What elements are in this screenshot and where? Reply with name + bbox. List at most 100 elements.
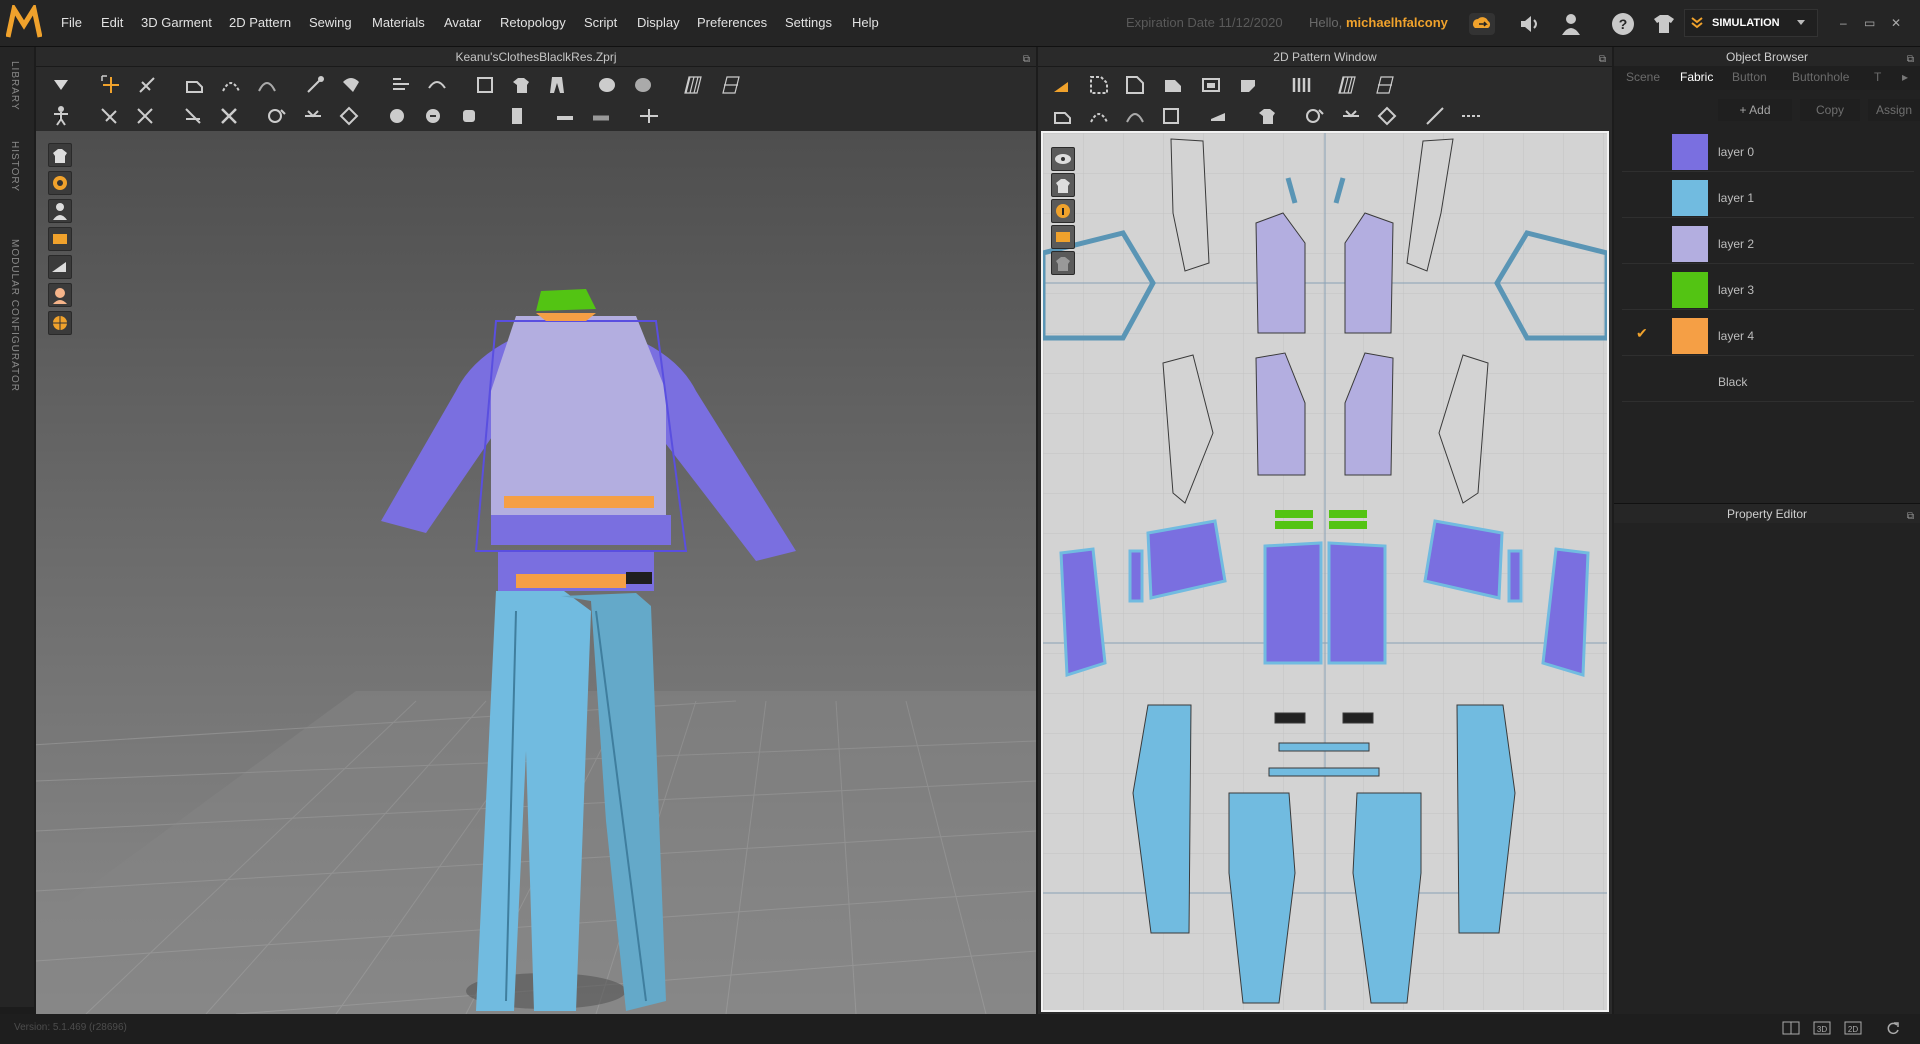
elastic-icon[interactable]	[590, 105, 612, 127]
float-window-icon[interactable]: ⧉	[1907, 507, 1914, 527]
fabric-row-black[interactable]: Black	[1622, 358, 1914, 402]
button-tool-icon[interactable]	[266, 105, 288, 127]
puckering-icon[interactable]	[632, 74, 654, 96]
2d-fold-icon[interactable]	[1088, 105, 1110, 127]
pants-3d[interactable]	[476, 591, 666, 1011]
2d-view-shirt-icon[interactable]	[1051, 173, 1075, 197]
tack-icon[interactable]	[184, 74, 206, 96]
menu-avatar[interactable]: Avatar	[444, 15, 481, 30]
tab-topstitch[interactable]: T	[1874, 66, 1881, 88]
2d-grid-wide-icon[interactable]	[1374, 74, 1396, 96]
viewport-points-icon[interactable]	[48, 171, 72, 195]
menu-edit[interactable]: Edit	[101, 15, 123, 30]
2d-strengthen-icon[interactable]	[1124, 105, 1146, 127]
cloud-icon[interactable]	[1468, 10, 1496, 38]
fold-icon[interactable]	[220, 74, 242, 96]
zipper-icon[interactable]	[596, 74, 618, 96]
help-icon[interactable]: ?	[1609, 10, 1637, 38]
rectangle-icon[interactable]	[1162, 74, 1184, 96]
menu-help[interactable]: Help	[852, 15, 879, 30]
viewport-fabric-icon[interactable]	[48, 227, 72, 251]
tabs-scroll-icon[interactable]: ▸	[1902, 66, 1908, 88]
2d-garment-icon[interactable]	[1256, 105, 1278, 127]
measure-icon[interactable]	[340, 74, 362, 96]
select-mesh-icon[interactable]	[136, 74, 158, 96]
layout-2d-icon[interactable]: 2D	[1844, 1021, 1862, 1035]
assign-fabric-button[interactable]: Assign	[1868, 99, 1920, 121]
garment-icon[interactable]	[510, 74, 532, 96]
buttonhole-icon[interactable]	[302, 105, 324, 127]
2d-pattern-viewport[interactable]	[1041, 131, 1609, 1012]
fabric-row-layer-4[interactable]: ✔ layer 4	[1622, 312, 1914, 356]
menu-file[interactable]: File	[61, 15, 82, 30]
rail-history[interactable]: HISTORY	[9, 141, 20, 192]
sewing-icon[interactable]	[390, 74, 412, 96]
tape-icon[interactable]	[554, 105, 576, 127]
fabric-icon[interactable]	[506, 105, 528, 127]
fabric-row-layer-0[interactable]: layer 0	[1622, 128, 1914, 172]
2d-view-garment-icon[interactable]	[1051, 251, 1075, 275]
rail-modular-configurator[interactable]: MODULAR CONFIGURATOR	[9, 239, 20, 392]
select-icon[interactable]	[50, 74, 72, 96]
rail-library[interactable]: LIBRARY	[9, 61, 20, 111]
menu-preferences[interactable]: Preferences	[697, 15, 767, 30]
speaker-icon[interactable]	[1515, 10, 1543, 38]
2d-sewing-icon[interactable]	[1208, 105, 1230, 127]
align-icon[interactable]	[638, 105, 660, 127]
viewport-person-icon[interactable]	[48, 199, 72, 223]
refresh-icon[interactable]	[1886, 1021, 1900, 1035]
shirt-icon[interactable]	[1650, 10, 1678, 38]
3d-viewport[interactable]	[36, 131, 1036, 1014]
pleat-icon[interactable]	[1290, 74, 1312, 96]
2d-buttonhole-icon[interactable]	[1340, 105, 1362, 127]
2d-grid-icon[interactable]	[1336, 74, 1358, 96]
username[interactable]: michaelhfalcony	[1346, 15, 1448, 30]
grid-icon[interactable]	[682, 74, 704, 96]
menu-script[interactable]: Script	[584, 15, 617, 30]
polygon-icon[interactable]	[1200, 74, 1222, 96]
tab-scene[interactable]: Scene	[1626, 66, 1660, 88]
minimize-icon[interactable]: –	[1840, 16, 1847, 30]
internal-shape-icon[interactable]	[1238, 74, 1260, 96]
viewport-iron-icon[interactable]	[48, 255, 72, 279]
edit-point-icon[interactable]	[1088, 74, 1110, 96]
2d-dash-icon[interactable]	[1460, 105, 1482, 127]
2d-view-eye-icon[interactable]	[1051, 147, 1075, 171]
restore-icon[interactable]: ▭	[1864, 16, 1875, 30]
menu-settings[interactable]: Settings	[785, 15, 832, 30]
sewing-free-icon[interactable]	[426, 74, 448, 96]
2d-transform-icon[interactable]	[1050, 74, 1072, 96]
pin-icon[interactable]	[304, 74, 326, 96]
tab-fabric[interactable]: Fabric	[1680, 66, 1713, 88]
viewport-globe-icon[interactable]	[48, 311, 72, 335]
tab-button[interactable]: Button	[1732, 66, 1767, 88]
layout-3d-icon[interactable]: 3D	[1813, 1021, 1831, 1035]
arrangement-icon[interactable]	[98, 105, 120, 127]
menu-display[interactable]: Display	[637, 15, 680, 30]
2d-line-icon[interactable]	[1424, 105, 1446, 127]
topstitch-icon[interactable]	[338, 105, 360, 127]
fabric-row-layer-2[interactable]: layer 2	[1622, 220, 1914, 264]
layout-split-icon[interactable]	[1782, 1021, 1800, 1035]
2d-tack-icon[interactable]	[1052, 105, 1074, 127]
close-icon[interactable]: ✕	[1891, 16, 1901, 30]
fabric-row-layer-1[interactable]: layer 1	[1622, 174, 1914, 218]
user-icon[interactable]	[1557, 10, 1585, 38]
2d-view-fabric-icon[interactable]	[1051, 225, 1075, 249]
avatar-pose-icon[interactable]	[50, 105, 72, 127]
logo-icon[interactable]	[6, 5, 42, 41]
edit-curvature-icon[interactable]	[1124, 74, 1146, 96]
move-icon[interactable]	[100, 74, 122, 96]
2d-seam-icon[interactable]	[1160, 105, 1182, 127]
add-fabric-button[interactable]: + Add	[1718, 99, 1792, 121]
copy-fabric-button[interactable]: Copy	[1800, 99, 1860, 121]
trim-place-icon[interactable]	[458, 105, 480, 127]
slice-icon[interactable]	[218, 105, 240, 127]
2d-topstitch-icon[interactable]	[1376, 105, 1398, 127]
menu-sewing[interactable]: Sewing	[309, 15, 352, 30]
viewport-avatar-icon[interactable]	[48, 143, 72, 167]
menu-retopology[interactable]: Retopology	[500, 15, 566, 30]
2d-view-info-icon[interactable]	[1051, 199, 1075, 223]
2d-button-icon[interactable]	[1304, 105, 1326, 127]
grid-wide-icon[interactable]	[720, 74, 742, 96]
